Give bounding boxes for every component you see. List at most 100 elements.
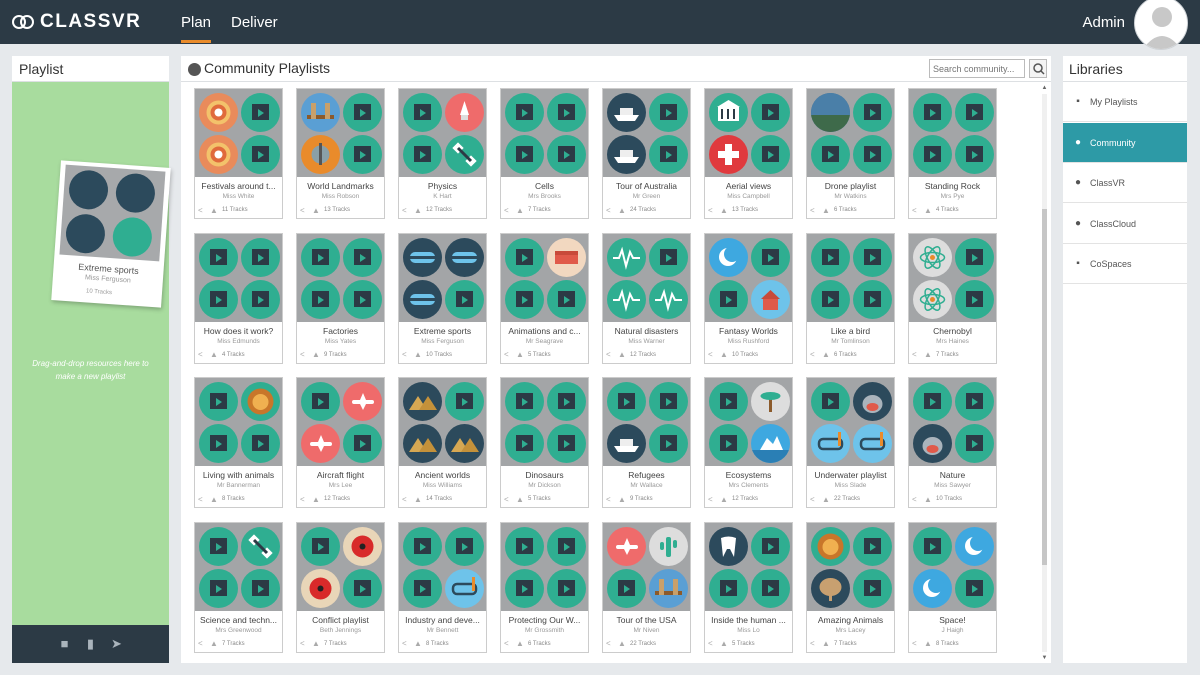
share-icon[interactable]: < — [708, 495, 717, 504]
library-community[interactable]: ● Community — [1063, 123, 1187, 163]
share-icon[interactable]: < — [708, 350, 717, 359]
share-icon[interactable]: < — [402, 495, 411, 504]
scroll-down-arrow[interactable]: ▼ — [1040, 654, 1049, 662]
share-icon[interactable]: < — [810, 206, 819, 215]
playlist-card[interactable]: Dinosaurs Mr Dickson < ▲ 5 Tracks — [500, 377, 589, 508]
thumbs-up-icon[interactable]: ▲ — [516, 639, 525, 648]
share-icon[interactable]: < — [402, 206, 411, 215]
share-icon[interactable]: < — [912, 350, 921, 359]
share-icon[interactable]: < — [504, 495, 513, 504]
scroll-thumb[interactable] — [1042, 209, 1047, 565]
library-cospaces[interactable]: ▪ CoSpaces — [1063, 244, 1187, 284]
thumbs-up-icon[interactable]: ▲ — [720, 639, 729, 648]
share-icon[interactable]: < — [810, 350, 819, 359]
thumbs-up-icon[interactable]: ▲ — [312, 495, 321, 504]
thumbs-up-icon[interactable]: ▲ — [516, 206, 525, 215]
share-icon[interactable]: < — [606, 639, 615, 648]
playlist-card[interactable]: World Landmarks Miss Robson < ▲ 13 Tracks — [296, 88, 385, 219]
thumbs-up-icon[interactable]: ▲ — [414, 495, 423, 504]
playlist-card[interactable]: Natural disasters Miss Warner < ▲ 12 Tracks — [602, 232, 691, 364]
playlist-card[interactable]: Ecosystems Mrs Clements < ▲ 12 Tracks — [704, 377, 793, 508]
thumbs-up-icon[interactable]: ▲ — [312, 639, 321, 648]
share-icon[interactable]: < — [708, 639, 717, 648]
share-icon[interactable]: < — [912, 206, 921, 215]
playlist-card[interactable]: Nature Miss Sawyer < ▲ 10 Tracks — [908, 377, 997, 508]
playlist-card[interactable]: Aerial views Miss Campbell < ▲ 13 Tracks — [704, 88, 793, 219]
playlist-card[interactable]: Factories Miss Yates < ▲ 9 Tracks — [296, 232, 385, 364]
tab-deliver[interactable]: Deliver — [231, 14, 278, 31]
share-icon[interactable]: < — [300, 206, 309, 215]
playlist-card[interactable]: Tour of Australia Mr Green < ▲ 24 Tracks — [602, 88, 691, 219]
thumbs-up-icon[interactable]: ▲ — [924, 639, 933, 648]
thumbs-up-icon[interactable]: ▲ — [618, 495, 627, 504]
playlist-card[interactable]: Tour of the USA Mr Niven < ▲ 22 Tracks — [602, 521, 691, 653]
thumbs-up-icon[interactable]: ▲ — [414, 206, 423, 215]
playlist-card[interactable]: Physics K Hart < ▲ 12 Tracks — [398, 88, 487, 219]
dragging-playlist-card[interactable]: Extreme sports Miss Ferguson 10 Tracks — [51, 160, 171, 308]
thumbs-up-icon[interactable]: ▲ — [618, 206, 627, 215]
playlist-card[interactable]: Drone playlist Mr Watkins < ▲ 6 Tracks — [806, 88, 895, 219]
share-icon[interactable]: < — [300, 350, 309, 359]
share-icon[interactable]: < — [504, 350, 513, 359]
library-classvr[interactable]: ● ClassVR — [1063, 163, 1187, 203]
share-icon[interactable]: < — [198, 206, 207, 215]
thumbs-up-icon[interactable]: ▲ — [210, 206, 219, 215]
share-icon[interactable]: < — [912, 495, 921, 504]
playlist-card[interactable]: Conflict playlist Beth Jennings < ▲ 7 Tracks — [296, 521, 385, 653]
thumbs-up-icon[interactable]: ▲ — [822, 639, 831, 648]
share-icon[interactable]: < — [504, 639, 513, 648]
playlist-card[interactable]: Space! J Haigh < ▲ 8 Tracks — [908, 521, 997, 653]
search-button[interactable] — [1029, 59, 1047, 78]
thumbs-up-icon[interactable]: ▲ — [516, 495, 525, 504]
share-icon[interactable]: < — [810, 495, 819, 504]
playlist-card[interactable]: Industry and deve... Mr Bennett < ▲ 8 Tracks — [398, 521, 487, 653]
playlist-card[interactable]: Science and techn... Mrs Greenwood < ▲ 7 Tra… — [194, 521, 283, 653]
thumbs-up-icon[interactable]: ▲ — [822, 495, 831, 504]
share-icon[interactable]: < — [198, 350, 207, 359]
thumbs-up-icon[interactable]: ▲ — [720, 350, 729, 359]
thumbs-up-icon[interactable]: ▲ — [210, 495, 219, 504]
playlist-card[interactable]: Cells Mrs Brooks < ▲ 7 Tracks — [500, 88, 589, 219]
trash-icon[interactable]: ▮ — [84, 637, 98, 651]
share-icon[interactable]: < — [810, 639, 819, 648]
share-icon[interactable]: < — [300, 495, 309, 504]
thumbs-up-icon[interactable]: ▲ — [414, 639, 423, 648]
avatar[interactable] — [1134, 0, 1188, 50]
playlist-card[interactable]: Amazing Animals Mrs Lacey < ▲ 7 Tracks — [806, 521, 895, 653]
playlist-card[interactable]: Aircraft flight Mrs Lee < ▲ 12 Tracks — [296, 377, 385, 508]
thumbs-up-icon[interactable]: ▲ — [720, 206, 729, 215]
share-icon[interactable]: < — [606, 495, 615, 504]
share-icon[interactable]: < — [504, 206, 513, 215]
share-icon[interactable]: < — [198, 639, 207, 648]
send-icon[interactable]: ➤ — [110, 637, 124, 651]
thumbs-up-icon[interactable]: ▲ — [720, 495, 729, 504]
share-icon[interactable]: < — [708, 206, 717, 215]
playlist-card[interactable]: Fantasy Worlds Miss Rushford < ▲ 10 Tracks — [704, 232, 793, 364]
scroll-up-arrow[interactable]: ▲ — [1040, 84, 1049, 92]
thumbs-up-icon[interactable]: ▲ — [924, 495, 933, 504]
thumbs-up-icon[interactable]: ▲ — [312, 206, 321, 215]
thumbs-up-icon[interactable]: ▲ — [618, 639, 627, 648]
thumbs-up-icon[interactable]: ▲ — [414, 350, 423, 359]
user-name[interactable]: Admin — [1082, 14, 1125, 31]
thumbs-up-icon[interactable]: ▲ — [618, 350, 627, 359]
thumbs-up-icon[interactable]: ▲ — [924, 350, 933, 359]
save-icon[interactable]: ■ — [58, 637, 72, 651]
thumbs-up-icon[interactable]: ▲ — [924, 206, 933, 215]
playlist-card[interactable]: Extreme sports Miss Ferguson < ▲ 10 Tracks — [398, 232, 487, 364]
library-my-playlists[interactable]: ▪ My Playlists — [1063, 82, 1187, 122]
tab-plan[interactable]: Plan — [181, 14, 212, 43]
classvr-logo[interactable]: CLASSVR — [12, 11, 141, 33]
library-classcloud[interactable]: ● ClassCloud — [1063, 204, 1187, 244]
share-icon[interactable]: < — [402, 639, 411, 648]
playlist-card[interactable]: Inside the human ... Miss Lo < ▲ 5 Tracks — [704, 521, 793, 653]
playlist-card[interactable]: Refugees Mr Wallace < ▲ 9 Tracks — [602, 377, 691, 508]
playlist-card[interactable]: Festivals around t... Miss White < ▲ 11 Trac… — [194, 88, 283, 219]
share-icon[interactable]: < — [402, 350, 411, 359]
playlist-card[interactable]: Protecting Our W... Mr Grossmith < ▲ 6 Track… — [500, 521, 589, 653]
playlist-card[interactable]: How does it work? Miss Edmunds < ▲ 4 Tracks — [194, 232, 283, 364]
share-icon[interactable]: < — [912, 639, 921, 648]
playlist-card[interactable]: Chernobyl Mrs Haines < ▲ 7 Tracks — [908, 232, 997, 364]
scrollbar[interactable]: ▲ ▼ — [1040, 84, 1049, 662]
thumbs-up-icon[interactable]: ▲ — [516, 350, 525, 359]
